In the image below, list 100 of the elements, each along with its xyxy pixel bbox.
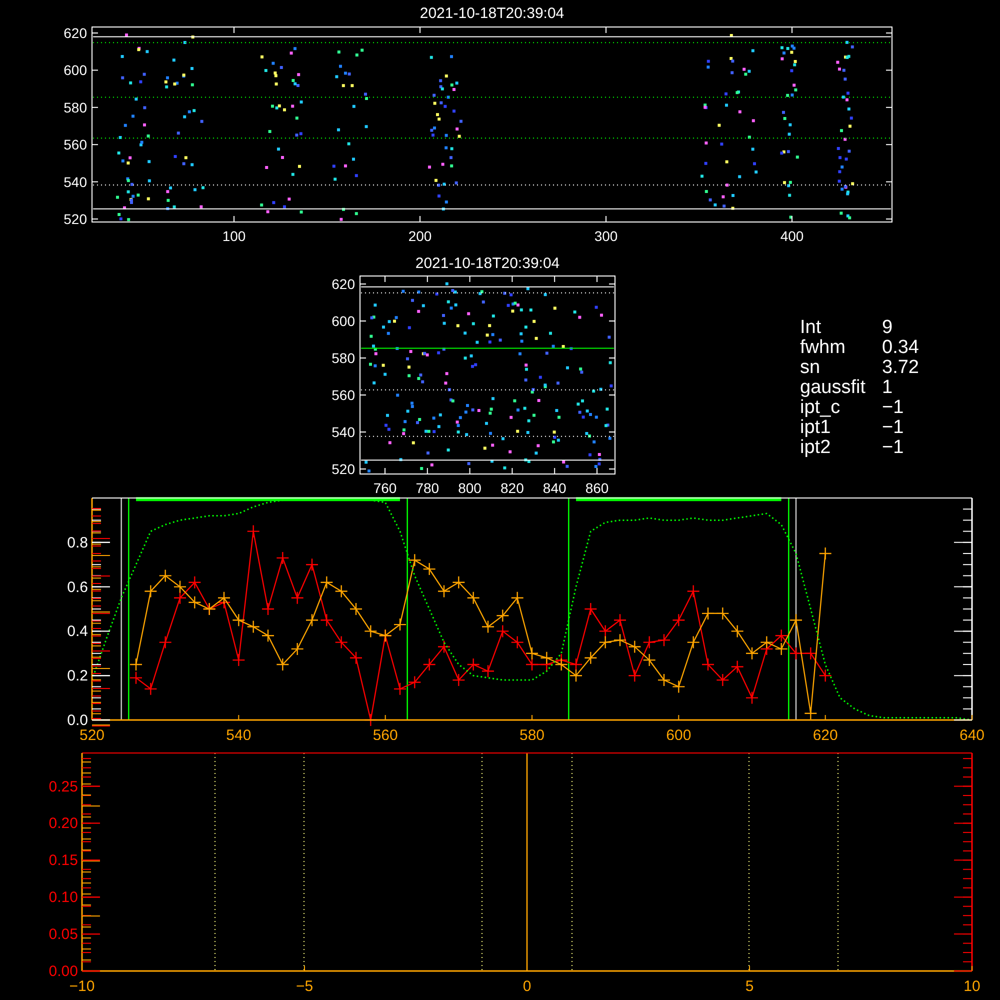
tick-label: 200: [408, 228, 432, 244]
tick-label: 300: [594, 228, 618, 244]
point: [525, 658, 539, 672]
point: [437, 584, 451, 598]
tick-label: 0.2: [67, 668, 88, 685]
point: [408, 554, 422, 567]
point: [334, 584, 348, 598]
point: [628, 640, 642, 654]
tick-label: 820: [500, 480, 524, 495]
parameter-value: −1: [882, 438, 905, 458]
tick-label: 580: [332, 350, 355, 366]
point: [393, 682, 407, 696]
tick-label: 10: [964, 978, 980, 995]
point: [393, 618, 407, 632]
point: [584, 651, 598, 664]
tick-label: 620: [332, 276, 355, 292]
plot-title: 2021-10-18T20:39:04: [420, 5, 564, 22]
tick-label: 780: [416, 480, 440, 495]
parameter-name: fwhm: [800, 338, 846, 358]
tick-label: 520: [332, 461, 355, 477]
point: [408, 676, 422, 689]
point: [334, 636, 348, 649]
parameter-value: 0.34: [882, 338, 919, 358]
tick-label: 0.10: [48, 889, 78, 906]
tick-label: 0.0: [67, 712, 88, 729]
point: [745, 691, 759, 704]
point: [496, 624, 510, 638]
point: [818, 546, 832, 560]
point: [525, 646, 539, 660]
point: [437, 640, 451, 654]
point: [554, 658, 568, 672]
point: [261, 629, 275, 642]
point: [305, 614, 319, 627]
tick-label: 520: [64, 211, 87, 227]
tick-label: 600: [332, 313, 355, 329]
tick-label: 860: [585, 480, 609, 495]
point: [774, 629, 788, 642]
tick-label: 0.00: [48, 963, 78, 980]
point: [349, 602, 363, 616]
point: [173, 580, 187, 594]
tick-label: 0.6: [67, 578, 88, 596]
tick-label: 0.15: [48, 852, 78, 870]
point: [349, 651, 363, 664]
parameter-name: sn: [800, 358, 822, 378]
point: [701, 606, 715, 620]
point: [686, 636, 700, 649]
tick-label: 840: [542, 480, 566, 495]
point: [789, 646, 803, 660]
point: [672, 614, 686, 627]
point: [569, 669, 583, 682]
point: [481, 620, 495, 634]
tick-label: 560: [372, 727, 398, 740]
tick-label: 560: [64, 136, 87, 153]
point: [774, 642, 788, 656]
plot-title: 2021-10-18T20:39:04: [415, 255, 560, 272]
point: [672, 680, 686, 694]
tick-label: 0.25: [48, 778, 78, 796]
tick-label: 540: [226, 727, 252, 740]
point: [613, 614, 627, 627]
point: [584, 602, 598, 616]
point: [364, 624, 378, 638]
point: [129, 658, 143, 672]
point: [144, 682, 158, 696]
parameter-value: 3.72: [882, 358, 919, 378]
tick-label: 620: [64, 25, 87, 41]
point: [657, 673, 671, 687]
point: [173, 591, 187, 604]
point: [466, 658, 480, 672]
point: [818, 669, 832, 682]
parameter-name: ipt_c: [800, 398, 842, 418]
point: [188, 576, 202, 589]
parameter-name: ipt2: [800, 438, 832, 458]
point: [158, 636, 172, 649]
point: [510, 636, 524, 649]
point: [466, 591, 480, 604]
point: [745, 646, 759, 660]
tick-label: 0.8: [67, 534, 88, 552]
point: [246, 620, 260, 634]
point: [789, 614, 803, 627]
point: [598, 636, 612, 649]
point: [613, 633, 627, 647]
point: [320, 614, 334, 627]
tick-label: 100: [222, 228, 246, 244]
point: [452, 673, 466, 687]
point: [217, 591, 231, 604]
point: [422, 658, 436, 672]
point: [320, 576, 334, 589]
point: [642, 636, 656, 649]
point: [598, 624, 612, 638]
point: [804, 706, 818, 720]
point: [305, 558, 319, 572]
tick-label: −5: [296, 978, 314, 995]
point: [290, 642, 304, 656]
parameter-name: Int: [800, 318, 822, 338]
point: [188, 596, 202, 609]
tick-label: 540: [64, 174, 87, 190]
point: [804, 646, 818, 660]
point: [730, 660, 744, 674]
parameter-value: 9: [882, 318, 894, 338]
point: [686, 584, 700, 598]
